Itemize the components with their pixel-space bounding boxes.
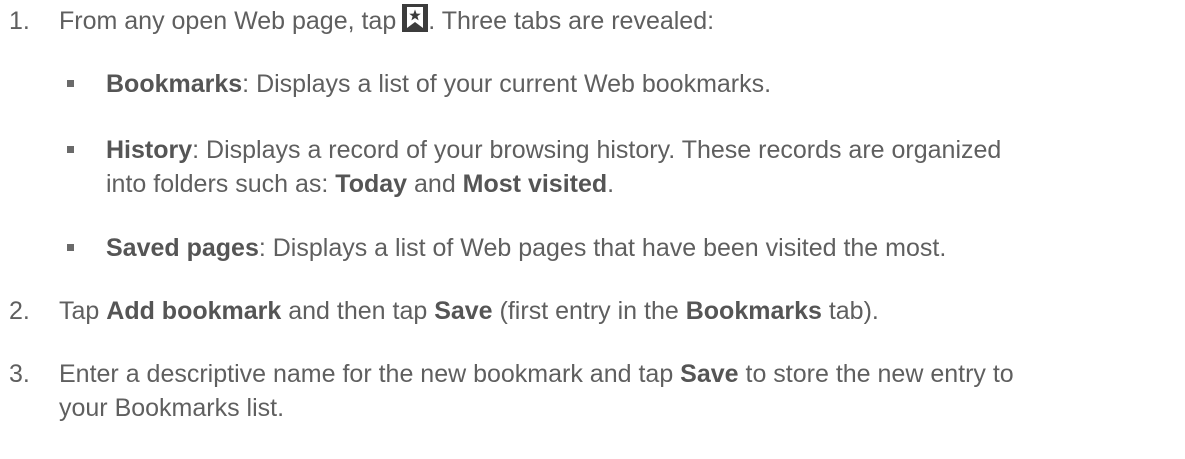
bullet-marker — [67, 244, 74, 251]
term-most-visited: Most visited — [462, 170, 608, 198]
step-text: Enter a descriptive name for the new boo… — [59, 360, 681, 388]
bullet-text: : Displays a list of Web pages that have… — [258, 234, 947, 262]
bookmark-star-icon — [402, 4, 429, 32]
step-text: Tap — [59, 297, 107, 325]
bullet-text: : Displays a record of your browsing his… — [192, 136, 1002, 164]
term-bookmarks: Bookmarks — [106, 70, 243, 98]
step-text: to store the new entry to — [738, 360, 1014, 388]
bullet-text: : Displays a list of your current Web bo… — [242, 70, 772, 98]
step-text: From any open Web page, tap — [59, 7, 397, 35]
bullet-text: and — [407, 170, 463, 198]
term-save: Save — [434, 297, 493, 325]
term-saved-pages: Saved pages — [106, 234, 259, 262]
term-history: History — [106, 136, 193, 164]
step-number: 1. — [9, 7, 30, 35]
step-text: tab). — [821, 297, 879, 325]
term-save: Save — [680, 360, 739, 388]
bullet-text: into folders such as: — [106, 170, 336, 198]
term-bookmarks-tab: Bookmarks — [685, 297, 822, 325]
step-number: 2. — [9, 297, 30, 325]
step-text: and then tap — [281, 297, 435, 325]
step-number: 3. — [9, 360, 30, 388]
step-text-continued: . Three tabs are revealed: — [428, 7, 715, 35]
bullet-marker — [67, 80, 74, 87]
term-add-bookmark: Add bookmark — [106, 297, 282, 325]
step-text: your Bookmarks list. — [59, 394, 285, 422]
instructions-document: 1. From any open Web page, tap . Three t… — [0, 0, 1185, 459]
bullet-marker — [67, 146, 74, 153]
bullet-text: . — [607, 170, 615, 198]
term-today: Today — [335, 170, 408, 198]
step-text: (first entry in the — [492, 297, 686, 325]
